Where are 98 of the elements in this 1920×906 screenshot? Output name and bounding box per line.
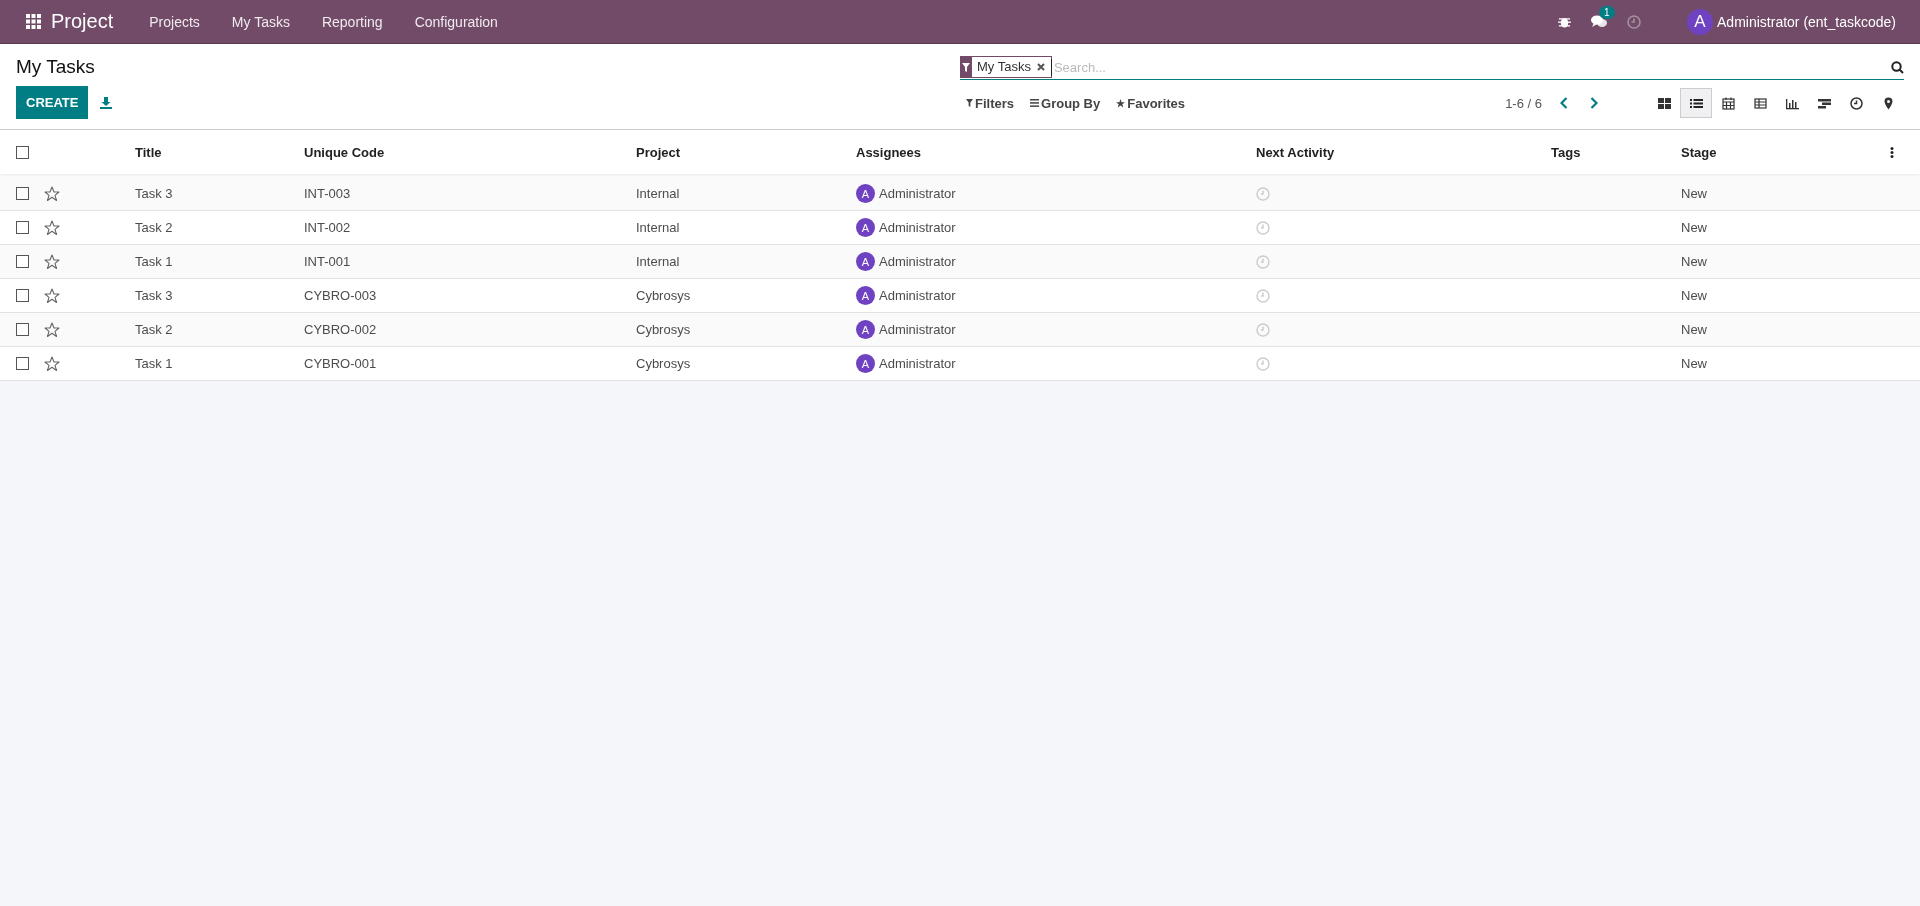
table-row[interactable]: Task 1 INT-001 Internal A Administrator New <box>0 245 1920 279</box>
table-cell: Cybrosys <box>636 322 691 337</box>
table-cell: Administrator <box>879 356 956 371</box>
list-view-button[interactable] <box>1680 88 1712 118</box>
table-cell: Administrator <box>879 186 956 201</box>
table-cell: Task 1 <box>135 356 173 371</box>
calendar-icon[interactable] <box>1721 96 1735 110</box>
assignee-avatar: A <box>856 286 875 305</box>
table-cell: New <box>1681 220 1707 235</box>
star-icon[interactable] <box>1116 98 1126 108</box>
grid-icon[interactable] <box>1657 96 1671 110</box>
table-cell: Cybrosys <box>636 288 691 303</box>
filter-icon <box>962 62 970 72</box>
row-checkbox[interactable] <box>16 255 29 268</box>
assignee-avatar: A <box>856 252 875 271</box>
column-header[interactable]: Tags <box>1551 144 1681 160</box>
star-icon[interactable] <box>44 253 60 270</box>
table-row[interactable]: Task 2 CYBRO-002 Cybrosys A Administrator New <box>0 313 1920 347</box>
table-cell: New <box>1681 288 1707 303</box>
table-cell: Task 3 <box>135 186 173 201</box>
chat-icon[interactable] <box>1591 14 1608 29</box>
create-button[interactable]: CREATE <box>16 86 89 119</box>
row-checkbox[interactable] <box>16 357 29 370</box>
favorites-button[interactable]: Favorites <box>1110 91 1192 115</box>
message-count-badge: 1 <box>1599 5 1615 19</box>
assignee-avatar: A <box>856 354 875 373</box>
table-cell: INT-003 <box>304 186 351 201</box>
table-cell: Task 2 <box>135 220 173 235</box>
app-name[interactable]: Project <box>51 10 114 33</box>
star-icon[interactable] <box>44 287 60 304</box>
next-page-icon[interactable] <box>1590 97 1598 109</box>
optional-columns-icon[interactable] <box>1890 146 1894 158</box>
bars-icon[interactable] <box>1817 96 1831 110</box>
select-all-checkbox[interactable] <box>16 145 29 159</box>
star-icon[interactable] <box>44 185 60 202</box>
user-avatar[interactable]: A <box>1687 8 1714 35</box>
apps-grid-icon[interactable] <box>26 14 41 29</box>
filter-icon[interactable] <box>966 99 973 107</box>
map-pin-icon[interactable] <box>1881 96 1895 110</box>
table-cell: Task 1 <box>135 254 173 269</box>
previous-page-icon[interactable] <box>1560 97 1568 109</box>
assignee-avatar: A <box>856 320 875 339</box>
table-cell: New <box>1681 356 1707 371</box>
table-cell: INT-002 <box>304 220 351 235</box>
column-header[interactable]: Next Activity <box>1256 144 1551 160</box>
table-cell: Internal <box>636 220 680 235</box>
table-cell: CYBRO-003 <box>304 288 377 303</box>
column-header[interactable]: Assignees <box>856 144 1256 160</box>
lines-icon[interactable] <box>1030 99 1039 107</box>
row-checkbox[interactable] <box>16 221 29 234</box>
table-cell: Internal <box>636 254 680 269</box>
remove-facet-icon[interactable] <box>1036 63 1045 71</box>
star-icon[interactable] <box>44 355 60 372</box>
table-cell: Administrator <box>879 220 956 235</box>
page-title: My Tasks <box>16 56 96 78</box>
table-cell: Internal <box>636 186 680 201</box>
bug-icon[interactable] <box>1558 15 1572 28</box>
filters-button[interactable]: Filters <box>960 91 1020 115</box>
menu-item[interactable]: My Tasks <box>231 13 290 30</box>
column-header[interactable]: Project <box>636 144 856 160</box>
table-icon[interactable] <box>1753 96 1767 110</box>
clock-icon[interactable] <box>1849 96 1863 110</box>
search-icon[interactable] <box>1891 60 1904 74</box>
group-by-button[interactable]: Group By <box>1024 91 1107 115</box>
column-header[interactable]: Unique Code <box>304 144 636 160</box>
table-cell: Administrator <box>879 254 956 269</box>
table-cell: New <box>1681 322 1707 337</box>
table-cell: CYBRO-002 <box>304 322 377 337</box>
list-icon[interactable] <box>1689 96 1703 110</box>
assignee-avatar: A <box>856 218 875 237</box>
table-cell: Administrator <box>879 288 956 303</box>
pager-value[interactable]: 1-6 / 6 <box>1505 95 1542 111</box>
column-header[interactable]: Stage <box>1681 144 1890 160</box>
table-cell: New <box>1681 186 1707 201</box>
star-icon[interactable] <box>44 321 60 338</box>
row-checkbox[interactable] <box>16 323 29 336</box>
row-checkbox[interactable] <box>16 187 29 200</box>
user-name[interactable]: Administrator (ent_taskcode) <box>1717 13 1896 30</box>
table-cell: Task 2 <box>135 322 173 337</box>
table-row[interactable]: Task 3 INT-003 Internal A Administrator New <box>0 177 1920 211</box>
download-icon[interactable] <box>100 96 113 109</box>
row-checkbox[interactable] <box>16 289 29 302</box>
menu-item[interactable]: Projects <box>149 13 200 30</box>
search-field[interactable]: My Tasks Search... <box>960 55 1904 80</box>
menu-item[interactable]: Configuration <box>414 13 498 30</box>
table-cell: Administrator <box>879 322 956 337</box>
assignee-avatar: A <box>856 184 875 203</box>
table-cell: INT-001 <box>304 254 351 269</box>
table-cell: Cybrosys <box>636 356 691 371</box>
bar-chart-icon[interactable] <box>1785 96 1799 110</box>
table-cell: CYBRO-001 <box>304 356 377 371</box>
menu-item[interactable]: Reporting <box>321 13 383 30</box>
column-header[interactable]: Title <box>135 144 304 160</box>
table-cell: New <box>1681 254 1707 269</box>
table-cell: Task 3 <box>135 288 173 303</box>
star-icon[interactable] <box>44 219 60 236</box>
table-row[interactable]: Task 1 CYBRO-001 Cybrosys A Administrator New <box>0 347 1920 381</box>
search-facet: My Tasks <box>972 56 1052 78</box>
